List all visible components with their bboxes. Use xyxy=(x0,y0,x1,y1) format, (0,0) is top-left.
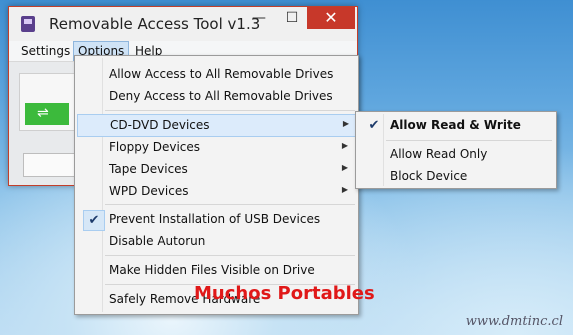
menu-separator xyxy=(105,110,355,111)
menu-item-hidden-files[interactable]: Make Hidden Files Visible on Drive xyxy=(77,260,356,281)
menu-item-prevent-usb[interactable]: ✔ Prevent Installation of USB Devices xyxy=(77,209,356,231)
window-title: Removable Access Tool v1.3 xyxy=(49,15,261,33)
maximize-button[interactable]: ☐ xyxy=(277,7,307,29)
menu-item-floppy[interactable]: Floppy Devices ▶ xyxy=(77,137,356,158)
app-icon xyxy=(21,16,35,32)
menu-item-deny-all[interactable]: Deny Access to All Removable Drives xyxy=(77,86,356,107)
menu-item-label: CD-DVD Devices xyxy=(110,118,210,132)
menu-item-cd-dvd[interactable]: CD-DVD Devices ▶ xyxy=(77,114,358,137)
submenu-arrow-icon: ▶ xyxy=(341,141,348,150)
submenu-arrow-icon: ▶ xyxy=(341,185,348,194)
menu-item-label: Disable Autorun xyxy=(109,234,206,248)
submenu-arrow-icon: ▶ xyxy=(341,163,348,172)
submenu-item-label: Allow Read Only xyxy=(390,147,488,161)
menu-separator xyxy=(386,140,552,141)
submenu-item-read-only[interactable]: Allow Read Only xyxy=(358,144,554,165)
title-bar[interactable]: Removable Access Tool v1.3 — ☐ ✕ xyxy=(9,7,357,41)
menu-item-tape[interactable]: Tape Devices ▶ xyxy=(77,159,356,180)
options-dropdown-menu: Allow Access to All Removable Drives Den… xyxy=(74,55,359,315)
menu-item-label: WPD Devices xyxy=(109,184,189,198)
submenu-item-block[interactable]: Block Device xyxy=(358,166,554,187)
menu-item-disable-autorun[interactable]: Disable Autorun xyxy=(77,231,356,252)
menu-separator xyxy=(105,255,355,256)
watermark-text: Muchos Portables xyxy=(194,283,375,304)
close-button[interactable]: ✕ xyxy=(307,7,355,29)
submenu-arrow-icon: ▶ xyxy=(342,119,349,128)
menu-settings[interactable]: Settings xyxy=(17,42,74,60)
menu-item-label: Make Hidden Files Visible on Drive xyxy=(109,263,315,277)
menu-item-allow-all[interactable]: Allow Access to All Removable Drives xyxy=(77,64,356,85)
menu-item-label: Tape Devices xyxy=(109,162,188,176)
menu-item-wpd[interactable]: WPD Devices ▶ xyxy=(77,181,356,202)
client-area: ⇌ xyxy=(19,65,77,155)
site-watermark: www.dmtinc.cl xyxy=(465,314,563,329)
menu-item-label: Allow Access to All Removable Drives xyxy=(109,67,334,81)
menu-item-label: Floppy Devices xyxy=(109,140,201,154)
checkmark-icon: ✔ xyxy=(368,118,380,133)
checkmark-icon: ✔ xyxy=(83,210,105,231)
submenu-item-label: Block Device xyxy=(390,169,468,183)
usb-symbol-icon: ⇌ xyxy=(37,105,49,121)
menu-item-label: Deny Access to All Removable Drives xyxy=(109,89,333,103)
cd-dvd-submenu: ✔ Allow Read & Write Allow Read Only Blo… xyxy=(355,111,557,189)
menu-item-label: Prevent Installation of USB Devices xyxy=(109,212,321,226)
minimize-button[interactable]: — xyxy=(244,7,274,29)
submenu-item-label: Allow Read & Write xyxy=(390,118,521,132)
menu-separator xyxy=(105,204,355,205)
submenu-item-read-write[interactable]: ✔ Allow Read & Write xyxy=(358,115,554,136)
